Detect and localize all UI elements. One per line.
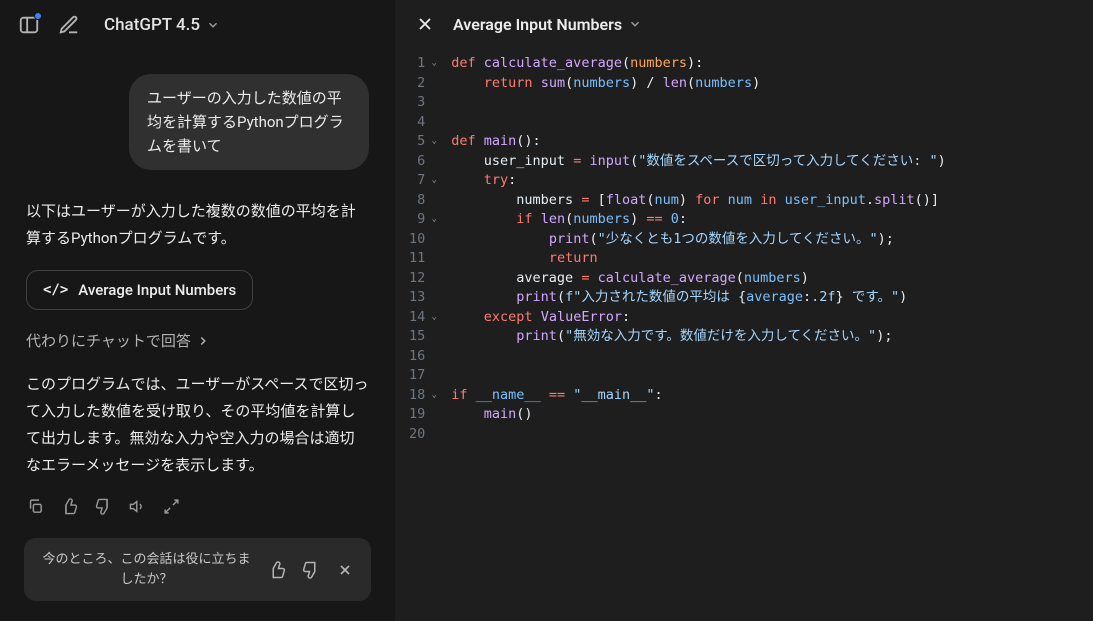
line-number: 10	[409, 230, 439, 250]
chevron-right-icon	[196, 334, 210, 348]
chevron-down-icon	[206, 18, 220, 32]
chat-panel: ChatGPT 4.5 ユーザーの入力した数値の平均を計算するPythonプログ…	[0, 0, 395, 621]
line-number: 8	[409, 191, 439, 211]
code-panel-header: Average Input Numbers	[395, 0, 1093, 48]
reply-in-chat-label: 代わりにチャットで回答	[26, 330, 191, 351]
fold-chevron-icon[interactable]: ⌄	[429, 54, 439, 74]
line-number: 16	[409, 347, 439, 367]
assistant-intro-text: 以下はユーザーが入力した複数の数値の平均を計算するPythonプログラムです。	[26, 198, 369, 252]
fold-chevron-icon[interactable]: ⌄	[429, 210, 439, 230]
code-line[interactable]: print("無効な入力です。数値だけを入力してください。");	[451, 327, 946, 347]
notification-dot-icon	[34, 12, 42, 20]
code-line[interactable]: if len(numbers) == 0:	[451, 210, 946, 230]
code-line[interactable]: def main():	[451, 132, 946, 152]
code-line[interactable]: main()	[451, 405, 946, 425]
close-panel-icon[interactable]	[415, 14, 435, 34]
code-brackets-icon: </>	[43, 282, 68, 298]
line-number: 14⌄	[409, 308, 439, 328]
feedback-bar: 今のところ、この会話は役に立ちましたか？	[24, 538, 371, 601]
line-number: 20	[409, 425, 439, 445]
user-message: ユーザーの入力した数値の平均を計算するPythonプログラムを書いて	[129, 74, 369, 170]
message-actions	[26, 497, 369, 515]
code-line[interactable]: except ValueError:	[451, 308, 946, 328]
feedback-thumbs-up-icon[interactable]	[267, 560, 287, 580]
chat-header: ChatGPT 4.5	[0, 0, 395, 50]
line-number: 15	[409, 327, 439, 347]
feedback-prompt: 今のところ、この会話は役に立ちましたか？	[40, 550, 253, 589]
line-number: 7⌄	[409, 171, 439, 191]
copy-icon[interactable]	[26, 497, 44, 515]
code-line[interactable]: try:	[451, 171, 946, 191]
code-line[interactable]: if __name__ == "__main__":	[451, 386, 946, 406]
code-line[interactable]	[451, 113, 946, 133]
line-number: 17	[409, 366, 439, 386]
code-editor[interactable]: 1⌄2345⌄67⌄89⌄1011121314⌄15161718⌄1920 de…	[395, 48, 1093, 621]
fold-chevron-icon[interactable]: ⌄	[429, 386, 439, 406]
code-line[interactable]: user_input = input("数値をスペースで区切って入力してください…	[451, 152, 946, 172]
conversation-area: ユーザーの入力した数値の平均を計算するPythonプログラムを書いて 以下はユー…	[0, 50, 395, 524]
fold-chevron-icon[interactable]: ⌄	[429, 171, 439, 191]
line-number: 9⌄	[409, 210, 439, 230]
chevron-down-icon	[628, 17, 642, 31]
regenerate-icon[interactable]	[162, 497, 180, 515]
speaker-icon[interactable]	[128, 497, 146, 515]
reply-in-chat-link[interactable]: 代わりにチャットで回答	[26, 330, 369, 351]
code-artifact-card[interactable]: </> Average Input Numbers	[26, 270, 253, 310]
line-number: 6	[409, 152, 439, 172]
code-panel-title-label: Average Input Numbers	[453, 15, 622, 34]
code-line[interactable]	[451, 93, 946, 113]
fold-chevron-icon[interactable]: ⌄	[429, 308, 439, 328]
line-number: 3	[409, 93, 439, 113]
line-number: 4	[409, 113, 439, 133]
code-line[interactable]	[451, 425, 946, 445]
code-line[interactable]: print(f"入力された数値の平均は {average:.2f} です。")	[451, 288, 946, 308]
code-panel: Average Input Numbers 1⌄2345⌄67⌄89⌄10111…	[395, 0, 1093, 621]
sidebar-toggle-icon[interactable]	[18, 14, 40, 36]
code-line[interactable]	[451, 366, 946, 386]
line-number-gutter: 1⌄2345⌄67⌄89⌄1011121314⌄15161718⌄1920	[395, 54, 447, 615]
model-selector[interactable]: ChatGPT 4.5	[104, 15, 220, 35]
code-line[interactable]: print("少なくとも1つの数値を入力してください。");	[451, 230, 946, 250]
line-number: 11	[409, 249, 439, 269]
code-line[interactable]	[451, 347, 946, 367]
line-number: 19	[409, 405, 439, 425]
code-card-title: Average Input Numbers	[78, 281, 236, 299]
line-number: 12	[409, 269, 439, 289]
feedback-thumbs-down-icon[interactable]	[301, 560, 321, 580]
code-line[interactable]: average = calculate_average(numbers)	[451, 269, 946, 289]
code-line[interactable]: return sum(numbers) / len(numbers)	[451, 74, 946, 94]
line-number: 5⌄	[409, 132, 439, 152]
feedback-close-icon[interactable]	[335, 560, 355, 580]
fold-chevron-icon[interactable]: ⌄	[429, 132, 439, 152]
code-line[interactable]: def calculate_average(numbers):	[451, 54, 946, 74]
new-chat-icon[interactable]	[58, 14, 80, 36]
assistant-description-text: このプログラムでは、ユーザーがスペースで区切って入力した数値を受け取り、その平均…	[26, 371, 369, 479]
code-panel-title[interactable]: Average Input Numbers	[453, 15, 642, 34]
thumbs-down-icon[interactable]	[94, 497, 112, 515]
line-number: 2	[409, 74, 439, 94]
code-line[interactable]: numbers = [float(num) for num in user_in…	[451, 191, 946, 211]
thumbs-up-icon[interactable]	[60, 497, 78, 515]
line-number: 18⌄	[409, 386, 439, 406]
code-content[interactable]: def calculate_average(numbers): return s…	[447, 54, 946, 615]
line-number: 13	[409, 288, 439, 308]
model-name-label: ChatGPT 4.5	[104, 15, 200, 35]
line-number: 1⌄	[409, 54, 439, 74]
code-line[interactable]: return	[451, 249, 946, 269]
